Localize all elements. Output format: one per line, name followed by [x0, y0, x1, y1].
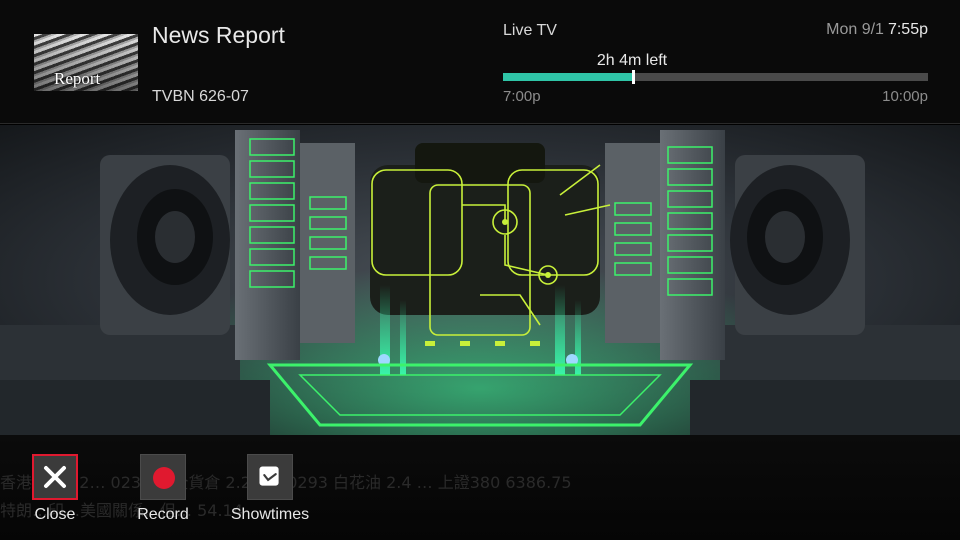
record-icon [153, 467, 175, 489]
close-button[interactable] [32, 454, 78, 500]
showtimes-button[interactable] [247, 454, 293, 500]
program-info-bar: Report News Report TVBN 626-07 Live TV M… [0, 0, 960, 124]
record-action[interactable]: Record [118, 454, 208, 524]
close-action[interactable]: Close [10, 454, 100, 524]
record-button[interactable] [140, 454, 186, 500]
thumbnail-text: Report [54, 69, 101, 88]
close-icon [44, 466, 66, 488]
program-title: News Report [152, 22, 285, 48]
video-frame [0, 125, 960, 435]
close-label: Close [34, 506, 76, 523]
time-remaining: 2h 4m left [596, 52, 668, 69]
action-bar: 香港…牌 12… 0237 安全貨倉 2.23 … 0293 白花油 2.4 …… [0, 435, 960, 540]
date-time: Mon 9/1 7:55p [826, 21, 928, 39]
clock-icon [259, 466, 279, 486]
source-label: Live TV [503, 22, 557, 39]
progress-fill [503, 73, 633, 81]
video-player[interactable] [0, 125, 960, 435]
program-end-time: 10:00p [882, 88, 928, 105]
record-label: Record [137, 506, 189, 523]
program-start-time: 7:00p [503, 88, 541, 105]
current-time: 7:55p [887, 21, 928, 38]
program-progress-bar[interactable] [503, 70, 928, 84]
current-date: Mon 9/1 [826, 21, 884, 38]
program-thumbnail: Report [34, 34, 138, 91]
progress-playhead[interactable] [631, 70, 635, 84]
channel-number: TVBN 626-07 [152, 88, 249, 105]
showtimes-action[interactable]: Showtimes [225, 454, 315, 524]
showtimes-label: Showtimes [230, 506, 310, 523]
